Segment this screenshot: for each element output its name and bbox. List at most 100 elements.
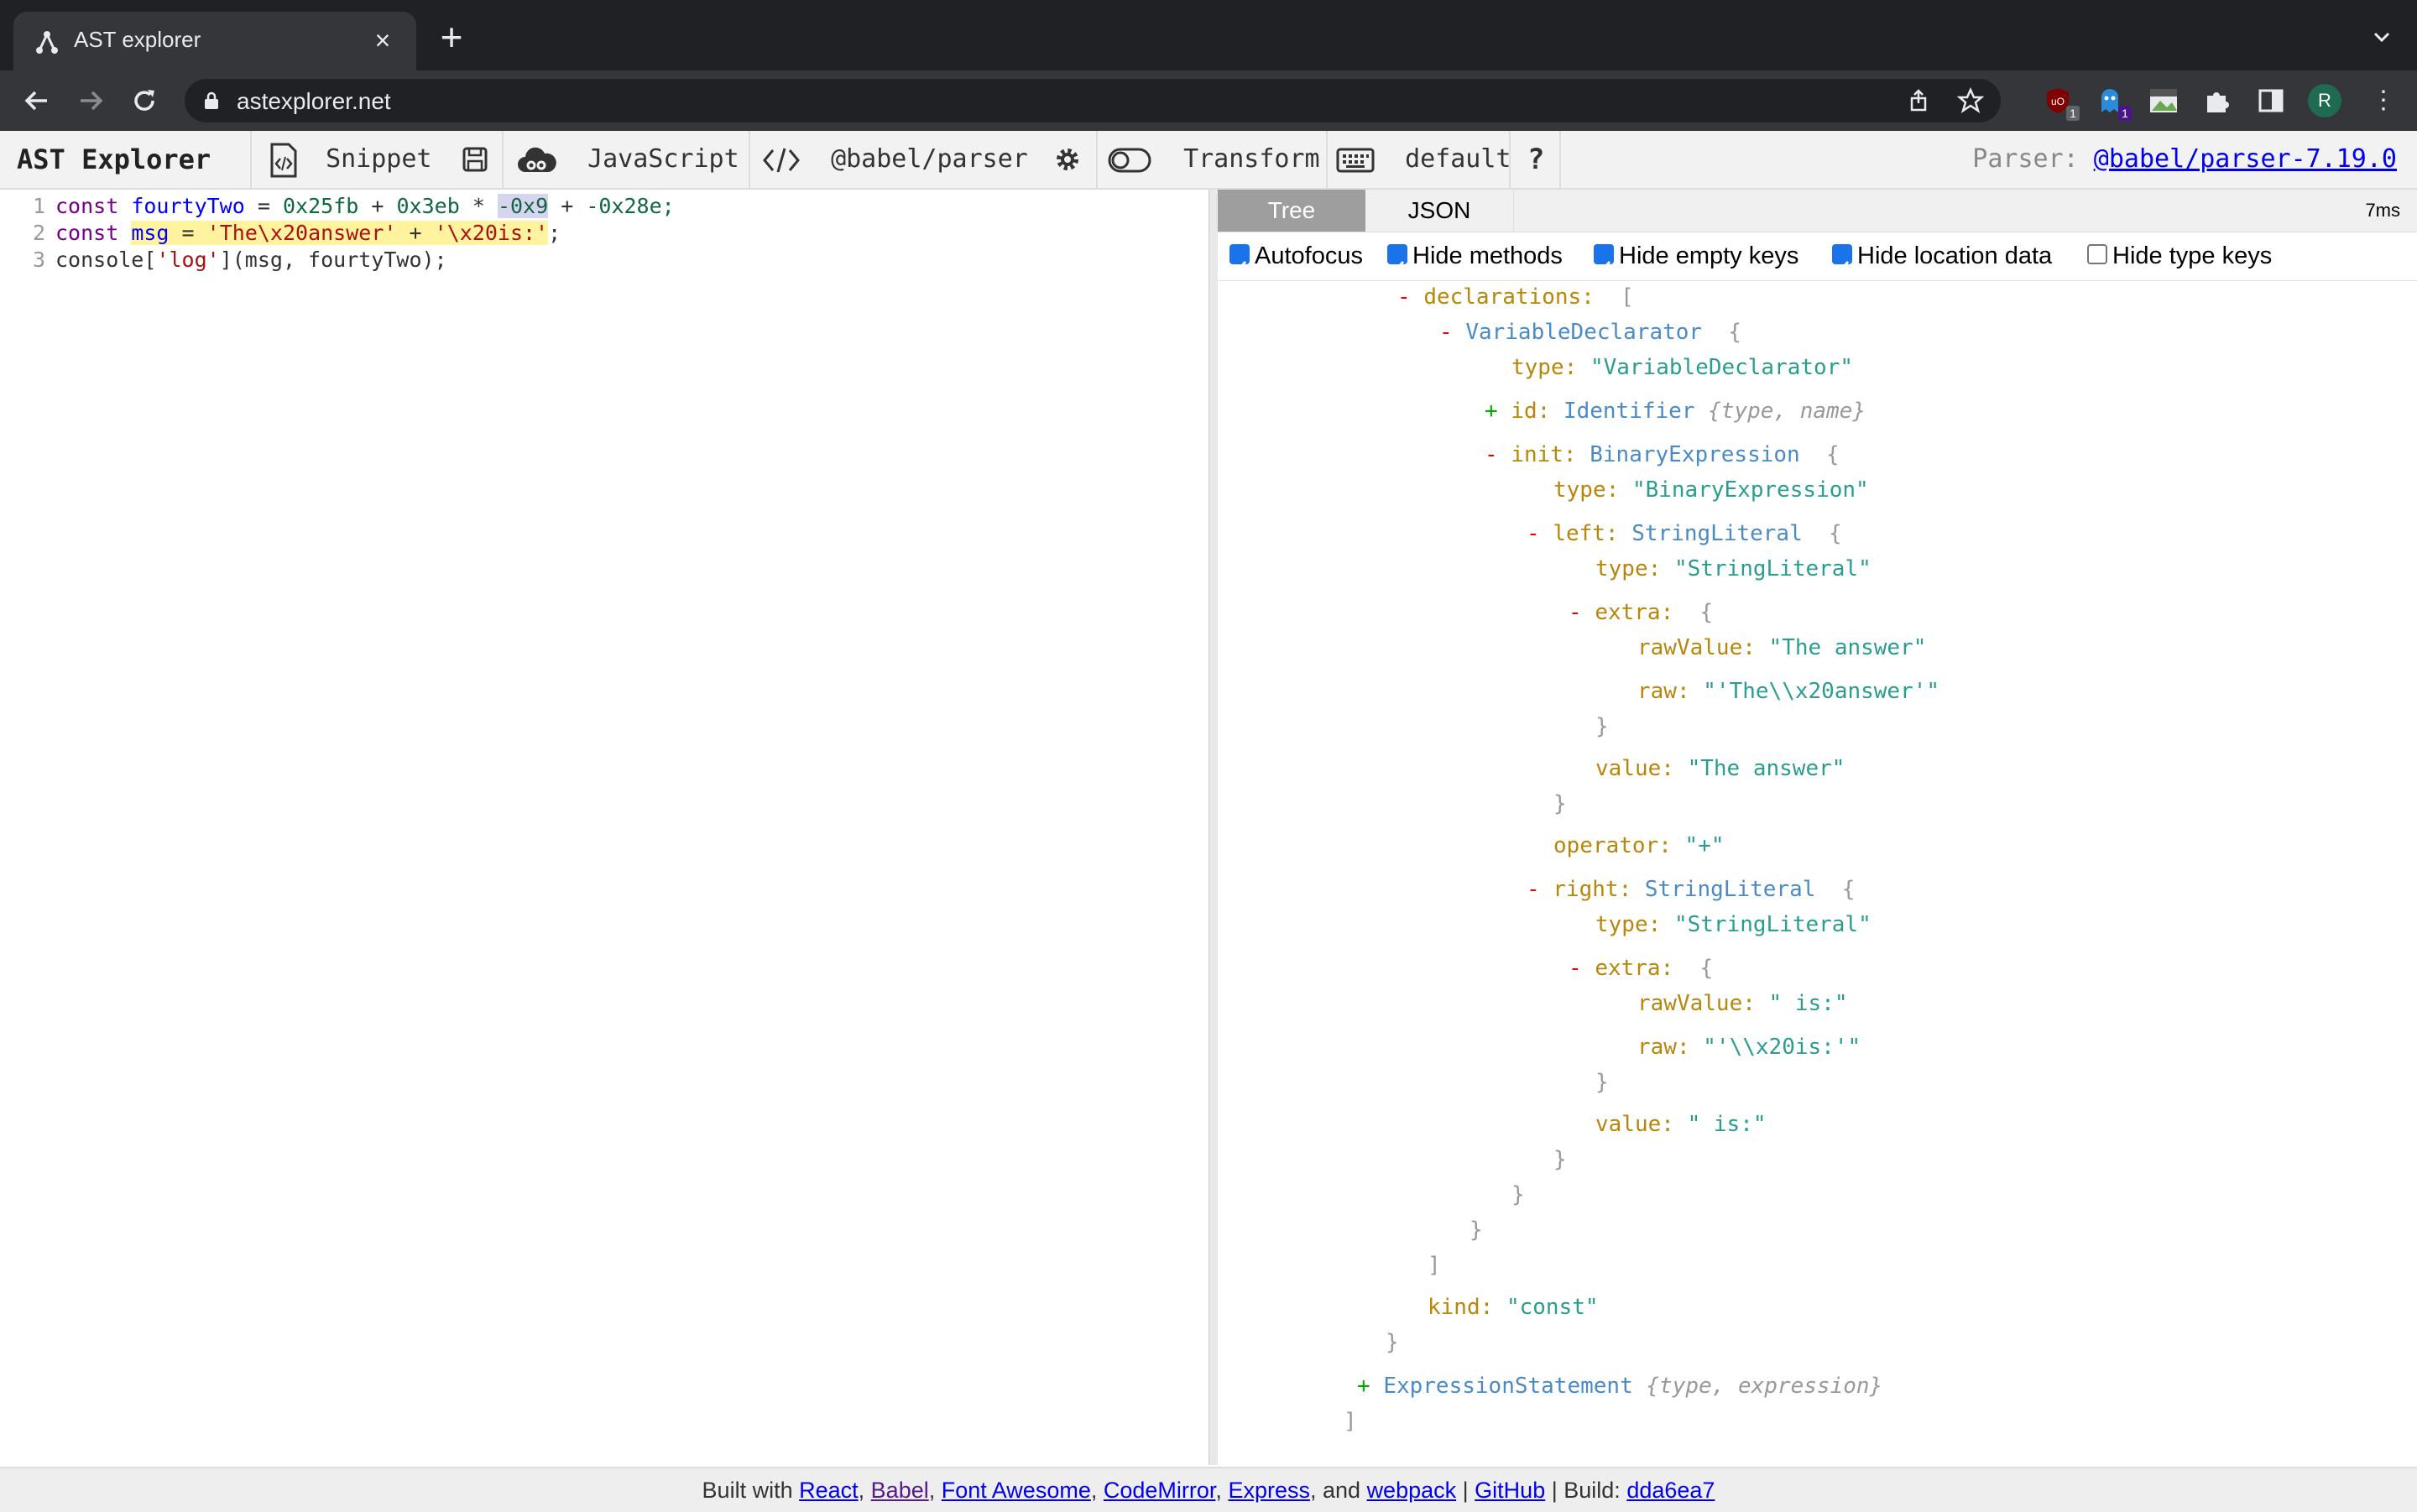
tab-json[interactable]: JSON xyxy=(1365,190,1514,232)
browser-tab[interactable]: AST explorer × xyxy=(13,12,416,70)
collapse-toggle[interactable]: - xyxy=(1527,877,1553,902)
code-line-3[interactable]: 3 console['log'](msg, fourtyTwo); xyxy=(0,247,447,274)
app-toolbar: AST Explorer Snippet JavaScript @babel/p… xyxy=(0,131,2417,190)
tree-property: raw: "'\\x20is:'" xyxy=(1637,1032,1861,1062)
expand-toggle[interactable]: + xyxy=(1485,399,1511,424)
footer-build-label: | Build: xyxy=(1551,1478,1621,1503)
transform-label: Transform xyxy=(1183,144,1320,174)
tree-key: left: xyxy=(1553,521,1619,546)
babel-link[interactable]: Babel xyxy=(871,1478,929,1503)
font-awesome-link[interactable]: Font Awesome xyxy=(942,1478,1091,1503)
close-tab-icon[interactable]: × xyxy=(366,23,399,57)
code-token-selected: -0x9 xyxy=(497,194,549,218)
tree-property: kind: "const" xyxy=(1428,1292,1599,1322)
chevron-down-icon[interactable] xyxy=(2368,23,2395,50)
line-number: 1 xyxy=(32,194,45,218)
tree-node-right[interactable]: - right: StringLiteral { xyxy=(1527,874,1855,905)
collapse-toggle[interactable]: - xyxy=(1569,956,1595,981)
tab-tree[interactable]: Tree xyxy=(1218,190,1365,232)
checkbox-checked-icon[interactable] xyxy=(1387,244,1407,273)
collapse-toggle[interactable]: - xyxy=(1439,320,1465,345)
keymap-select[interactable]: default xyxy=(1336,131,1511,188)
collapse-toggle[interactable]: - xyxy=(1397,284,1423,310)
tree-node-init[interactable]: - init: BinaryExpression { xyxy=(1485,440,1840,470)
line-number: 2 xyxy=(32,221,45,245)
hide-location-data-option[interactable]: Hide location data xyxy=(1832,232,2052,280)
parser-info: Parser: @babel/parser-7.19.0 xyxy=(1972,131,2397,188)
tree-property: type: "StringLiteral" xyxy=(1595,554,1871,584)
checkbox-unchecked-icon[interactable] xyxy=(2087,244,2107,265)
tree-value: "'The\\x20answer'" xyxy=(1703,679,1940,704)
tree-key: type: xyxy=(1595,556,1662,581)
app-brand: AST Explorer xyxy=(17,143,211,175)
checkbox-checked-icon[interactable] xyxy=(1229,244,1250,273)
checkbox-checked-icon[interactable] xyxy=(1594,244,1614,273)
collapse-toggle[interactable]: - xyxy=(1527,521,1553,546)
hide-empty-keys-label: Hide empty keys xyxy=(1619,242,1799,269)
profile-avatar[interactable]: R xyxy=(2308,84,2341,117)
tree-node-variable-declarator[interactable]: - VariableDeclarator { xyxy=(1439,317,1741,347)
transform-toggle[interactable]: Transform xyxy=(1108,131,1320,188)
new-tab-button[interactable]: + xyxy=(435,18,468,56)
tree-node-id[interactable]: + id: Identifier {type, name} xyxy=(1485,396,1866,426)
reload-icon[interactable] xyxy=(126,82,163,119)
keyboard-icon xyxy=(1336,148,1375,172)
tree-value: "StringLiteral" xyxy=(1673,912,1871,937)
url-text[interactable]: astexplorer.net xyxy=(237,88,391,115)
toggle-off-icon xyxy=(1108,148,1151,172)
github-link[interactable]: GitHub xyxy=(1475,1478,1545,1503)
address-bar[interactable]: astexplorer.net xyxy=(185,79,2001,123)
tree-key: value: xyxy=(1595,1112,1674,1137)
checkbox-checked-icon[interactable] xyxy=(1832,244,1852,273)
tree-value: "+" xyxy=(1684,833,1725,858)
avif-extension-icon[interactable] xyxy=(2148,86,2179,116)
hide-methods-option[interactable]: Hide methods xyxy=(1387,232,1563,280)
tree-bracket: ] xyxy=(1428,1253,1441,1278)
webpack-link[interactable]: webpack xyxy=(1367,1478,1457,1503)
ghostery-extension-icon[interactable]: 1 xyxy=(2095,86,2132,121)
code-line-2[interactable]: 2 const msg = 'The\x20answer' + '\x20is:'… xyxy=(0,220,561,247)
language-select[interactable]: JavaScript xyxy=(515,131,739,188)
express-link[interactable]: Express xyxy=(1228,1478,1310,1503)
tree-node-declarations[interactable]: - declarations: [ xyxy=(1397,282,1634,312)
expand-toggle[interactable]: + xyxy=(1357,1374,1383,1399)
code-line-1[interactable]: 1 const fourtyTwo = 0x25fb + 0x3eb * -0x9… xyxy=(0,193,675,220)
bookmark-star-icon[interactable] xyxy=(1957,87,1984,114)
tree-value: "const" xyxy=(1506,1295,1599,1320)
puzzle-extensions-icon[interactable] xyxy=(2202,86,2232,116)
tree-bracket: ] xyxy=(1344,1409,1357,1434)
code-token: const xyxy=(55,221,119,245)
help-button[interactable]: ? xyxy=(1527,131,1544,188)
gear-icon[interactable] xyxy=(1054,146,1081,173)
forward-arrow-icon[interactable] xyxy=(72,82,109,119)
tree-property: rawValue: " is:" xyxy=(1637,988,1847,1019)
collapse-toggle[interactable]: - xyxy=(1485,442,1511,467)
parser-select[interactable]: @babel/parser xyxy=(762,131,1028,188)
build-link[interactable]: dda6ea7 xyxy=(1626,1478,1715,1503)
tree-node-left[interactable]: - left: StringLiteral { xyxy=(1527,519,1842,549)
collapse-toggle[interactable]: - xyxy=(1569,600,1595,625)
ghostery-badge: 1 xyxy=(2118,106,2132,121)
snippet-menu[interactable]: Snippet xyxy=(267,131,432,188)
codemirror-link[interactable]: CodeMirror xyxy=(1104,1478,1216,1503)
code-token: ; xyxy=(548,221,561,245)
code-icon xyxy=(763,148,800,172)
parser-version-link[interactable]: @babel/parser-7.19.0 xyxy=(2094,144,2397,174)
code-token: = xyxy=(181,221,195,245)
tree-type-name: VariableDeclarator xyxy=(1465,320,1703,345)
hide-type-keys-option[interactable]: Hide type keys xyxy=(2087,232,2272,280)
back-arrow-icon[interactable] xyxy=(18,82,55,119)
side-panel-icon[interactable] xyxy=(2256,86,2286,116)
code-editor[interactable]: 1 const fourtyTwo = 0x25fb + 0x3eb * -0x9… xyxy=(0,190,1208,1465)
lock-icon[interactable] xyxy=(201,91,222,111)
autofocus-option[interactable]: Autofocus xyxy=(1229,232,1363,280)
tree-node-extra[interactable]: - extra: { xyxy=(1569,597,1713,628)
ublock-extension-icon[interactable]: uO 1 xyxy=(2043,86,2080,121)
browser-menu-icon[interactable]: ⋮ xyxy=(2367,84,2400,117)
share-icon[interactable] xyxy=(1905,87,1932,114)
tree-node-expression-statement[interactable]: + ExpressionStatement {type, expression} xyxy=(1357,1371,1882,1401)
tree-node-extra[interactable]: - extra: { xyxy=(1569,953,1713,983)
hide-empty-keys-option[interactable]: Hide empty keys xyxy=(1594,232,1798,280)
save-icon[interactable] xyxy=(462,146,488,173)
react-link[interactable]: React xyxy=(799,1478,859,1503)
